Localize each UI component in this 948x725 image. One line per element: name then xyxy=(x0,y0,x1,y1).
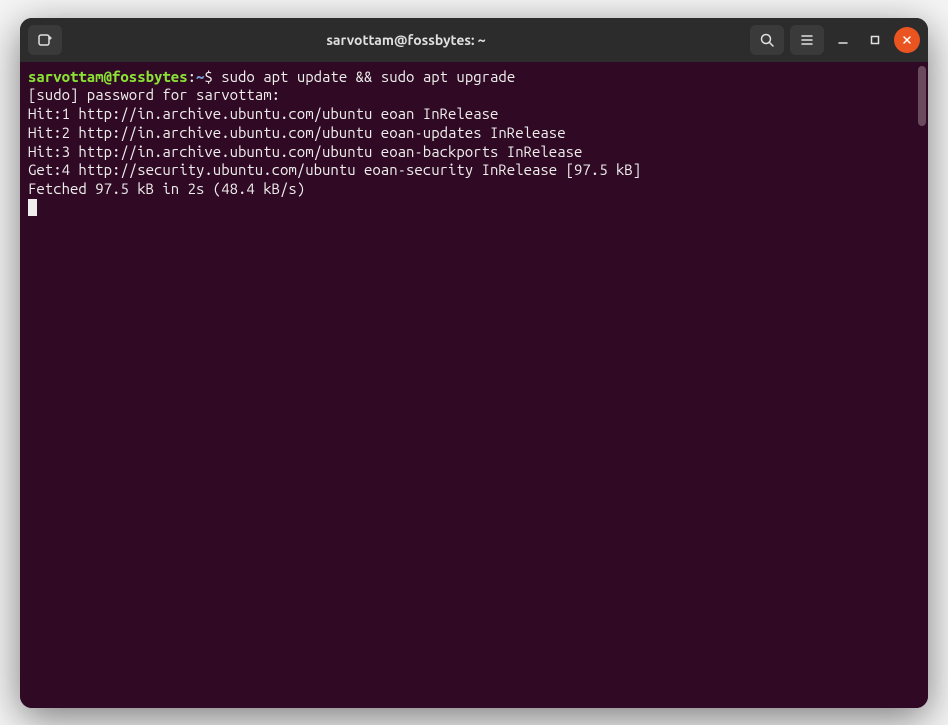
titlebar-right xyxy=(750,25,920,55)
output-line: Get:4 http://security.ubuntu.com/ubuntu … xyxy=(28,161,641,178)
prompt-colon: : xyxy=(188,68,196,85)
output-line: [sudo] password for sarvottam: xyxy=(28,86,280,103)
close-icon xyxy=(901,34,913,46)
output-line: Hit:1 http://in.archive.ubuntu.com/ubunt… xyxy=(28,105,498,122)
maximize-icon xyxy=(869,34,881,46)
minimize-icon xyxy=(837,34,849,46)
output-line: Hit:2 http://in.archive.ubuntu.com/ubunt… xyxy=(28,124,566,141)
window-title: sarvottam@fossbytes: ~ xyxy=(68,32,744,48)
close-button[interactable] xyxy=(894,27,920,53)
terminal-body[interactable]: sarvottam@fossbytes:~$ sudo apt update &… xyxy=(20,62,928,708)
scrollbar-thumb[interactable] xyxy=(918,66,926,126)
search-button[interactable] xyxy=(750,25,784,55)
search-icon xyxy=(759,32,775,48)
new-tab-icon xyxy=(37,32,53,48)
terminal-window: sarvottam@fossbytes: ~ xyxy=(20,18,928,708)
prompt-dollar: $ xyxy=(204,68,221,85)
terminal-cursor xyxy=(28,199,37,216)
new-tab-button[interactable] xyxy=(28,25,62,55)
titlebar: sarvottam@fossbytes: ~ xyxy=(20,18,928,62)
prompt-user-host: sarvottam@fossbytes xyxy=(28,68,188,85)
hamburger-icon xyxy=(799,32,815,48)
menu-button[interactable] xyxy=(790,25,824,55)
command-text: sudo apt update && sudo apt upgrade xyxy=(221,68,515,85)
maximize-button[interactable] xyxy=(862,27,888,53)
minimize-button[interactable] xyxy=(830,27,856,53)
output-line: Hit:3 http://in.archive.ubuntu.com/ubunt… xyxy=(28,143,582,160)
titlebar-left xyxy=(28,25,62,55)
output-line: Fetched 97.5 kB in 2s (48.4 kB/s) xyxy=(28,180,305,197)
